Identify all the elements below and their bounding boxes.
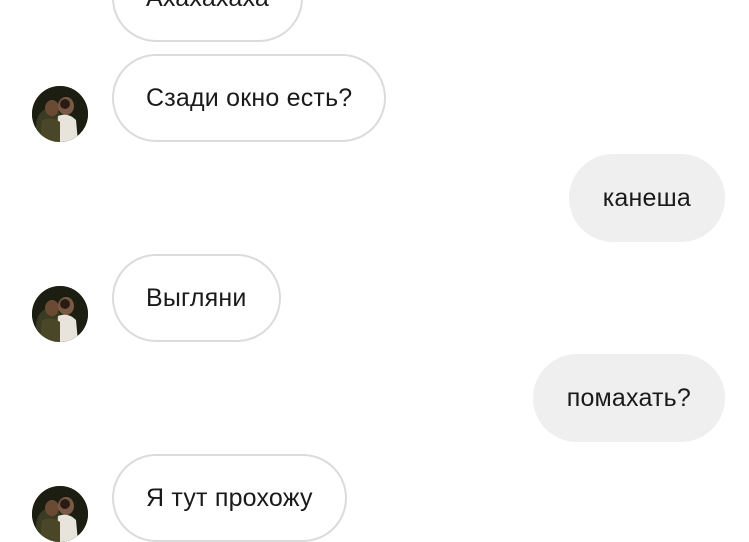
incoming-message-bubble[interactable]: Ахахахаха [112, 0, 303, 42]
avatar-photo-icon [32, 286, 88, 342]
incoming-message-bubble[interactable]: Сзади окно есть? [112, 54, 387, 142]
contact-avatar[interactable] [32, 86, 88, 142]
contact-avatar[interactable] [32, 486, 88, 542]
outgoing-message-bubble[interactable]: канеша [568, 154, 725, 242]
message-text: Я тут прохожу [146, 483, 313, 512]
outgoing-message-bubble[interactable]: помахать? [532, 354, 725, 442]
message-text: Выгляни [146, 283, 247, 312]
message-text: помахать? [566, 383, 691, 412]
message-text: Ахахахаха [146, 0, 269, 13]
incoming-message-bubble[interactable]: Я тут прохожу [112, 454, 347, 542]
message-text: Сзади окно есть? [146, 83, 353, 112]
message-thread[interactable]: Ахахахаха Сзади окно есть? канеша [0, 0, 749, 542]
avatar-photo-icon [32, 486, 88, 542]
message-text: канеша [602, 183, 691, 212]
incoming-message-bubble[interactable]: Выгляни [112, 254, 281, 342]
avatar-photo-icon [32, 86, 88, 142]
contact-avatar[interactable] [32, 286, 88, 342]
